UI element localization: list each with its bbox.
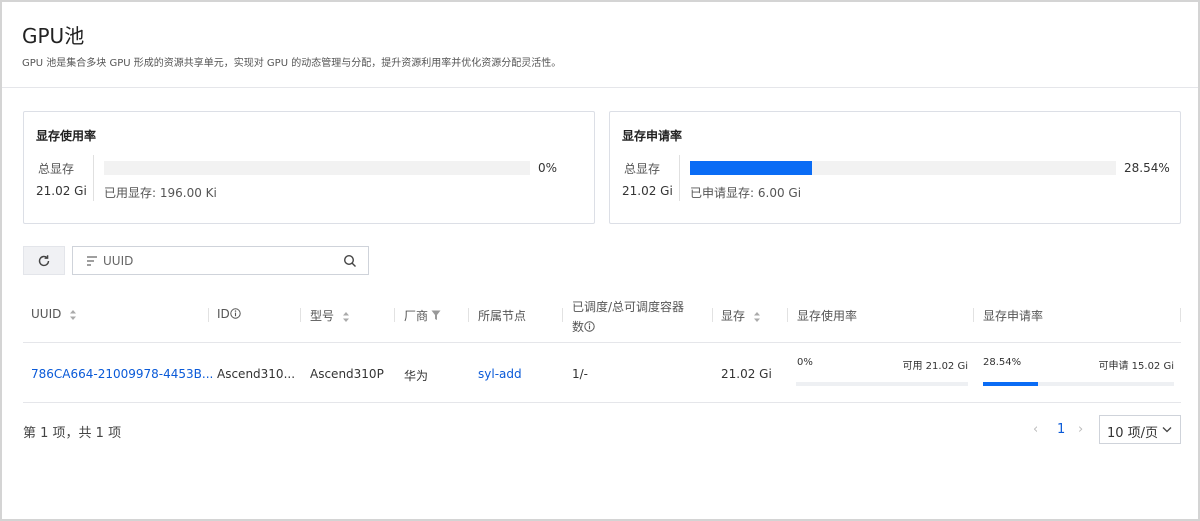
column-header-vendor[interactable]: 厂商 [404, 307, 441, 324]
row-request-fill [983, 382, 1038, 386]
requested-memory: 已申请显存: 6.00 Gi [690, 184, 801, 201]
column-separator [208, 308, 209, 322]
sort-icon[interactable] [69, 309, 77, 321]
column-header-mem-usage: 显存使用率 [797, 309, 858, 323]
page-title: GPU池 [22, 24, 85, 48]
request-percent: 28.54% [1124, 161, 1170, 175]
page-number-1[interactable]: 1 [1057, 422, 1065, 437]
column-header-mem-request: 显存申请率 [983, 309, 1044, 323]
column-header-memory[interactable]: 显存 [721, 307, 761, 324]
column-header-node: 所属节点 [478, 309, 527, 323]
total-memory-value: 21.02 Gi [622, 184, 673, 198]
next-page-button[interactable]: › [1078, 422, 1083, 437]
usage-progress-bar [104, 161, 530, 175]
total-memory-value: 21.02 Gi [36, 184, 87, 198]
uuid-search-box[interactable] [72, 246, 369, 275]
column-separator [468, 308, 469, 322]
used-memory: 已用显存: 196.00 Ki [104, 184, 217, 201]
column-separator [300, 308, 301, 322]
requested-memory-label: 已申请显存: [690, 186, 755, 200]
prev-page-button[interactable]: ‹ [1033, 422, 1038, 437]
row-request-bar [983, 382, 1174, 386]
column-separator [394, 308, 395, 322]
info-icon[interactable] [230, 308, 241, 319]
chevron-down-icon [1162, 427, 1172, 433]
card-divider [679, 155, 680, 201]
column-separator [787, 308, 788, 322]
row-request-percent: 28.54% [983, 357, 1022, 368]
column-separator [973, 308, 974, 322]
filter-icon[interactable] [431, 310, 441, 321]
header-divider [23, 342, 1181, 343]
memory-request-card: 显存申请率 总显存 21.02 Gi 28.54% 已申请显存: 6.00 Gi [609, 111, 1181, 224]
total-count: 第 1 项，共 1 项 [23, 426, 122, 441]
column-separator [1180, 308, 1181, 322]
request-progress-bar [690, 161, 1116, 175]
refresh-icon [38, 254, 50, 266]
row-usage-available: 可用 21.02 Gi [902, 361, 968, 372]
column-header-id: ID [217, 307, 241, 321]
filter-lines-icon [87, 256, 97, 266]
scheduled-count: 1/- [572, 367, 589, 381]
column-header-uuid[interactable]: UUID [31, 307, 77, 321]
gpu-id: Ascend310... [217, 367, 296, 381]
column-header-model[interactable]: 型号 [310, 307, 350, 324]
used-memory-label: 已用显存: [104, 186, 157, 200]
card-divider [93, 155, 94, 201]
total-memory-label: 总显存 [38, 162, 75, 176]
app-window: GPU池 GPU 池是集合多块 GPU 形成的资源共享单元，实现对 GPU 的动… [0, 0, 1200, 521]
refresh-button[interactable] [23, 246, 65, 275]
requested-memory-value: 6.00 Gi [757, 186, 802, 200]
request-progress-fill [690, 161, 812, 175]
total-memory-label: 总显存 [624, 162, 661, 176]
row-usage-percent: 0% [797, 357, 813, 368]
row-request-available: 可申请 15.02 Gi [1098, 361, 1174, 372]
page-size-value: 10 项/页 [1107, 426, 1159, 441]
uuid-search-input[interactable] [103, 251, 333, 271]
row-usage-bar [796, 382, 968, 386]
card-title: 显存申请率 [622, 129, 683, 143]
row-divider [23, 402, 1181, 403]
page-size-select[interactable]: 10 项/页 [1099, 415, 1181, 444]
search-icon[interactable] [343, 254, 357, 268]
column-separator [712, 308, 713, 322]
gpu-memory: 21.02 Gi [721, 367, 772, 381]
sort-icon[interactable] [753, 311, 761, 323]
info-icon[interactable] [584, 321, 595, 332]
used-memory-value: 196.00 Ki [159, 186, 217, 200]
column-separator [562, 308, 563, 322]
gpu-uuid-link[interactable]: 786CA664-21009978-4453B... [31, 367, 213, 381]
card-title: 显存使用率 [36, 129, 97, 143]
usage-percent: 0% [538, 161, 558, 175]
memory-usage-card: 显存使用率 总显存 21.02 Gi 0% 已用显存: 196.00 Ki [23, 111, 595, 224]
page-header: GPU池 GPU 池是集合多块 GPU 形成的资源共享单元，实现对 GPU 的动… [2, 2, 1198, 88]
gpu-model: Ascend310P [310, 367, 384, 381]
page-description: GPU 池是集合多块 GPU 形成的资源共享单元，实现对 GPU 的动态管理与分… [22, 58, 562, 69]
gpu-vendor: 华为 [404, 369, 429, 383]
sort-icon[interactable] [342, 311, 350, 323]
column-header-scheduled: 已调度/总可调度容器 数 [572, 300, 685, 334]
node-link[interactable]: syl-add [478, 367, 522, 381]
